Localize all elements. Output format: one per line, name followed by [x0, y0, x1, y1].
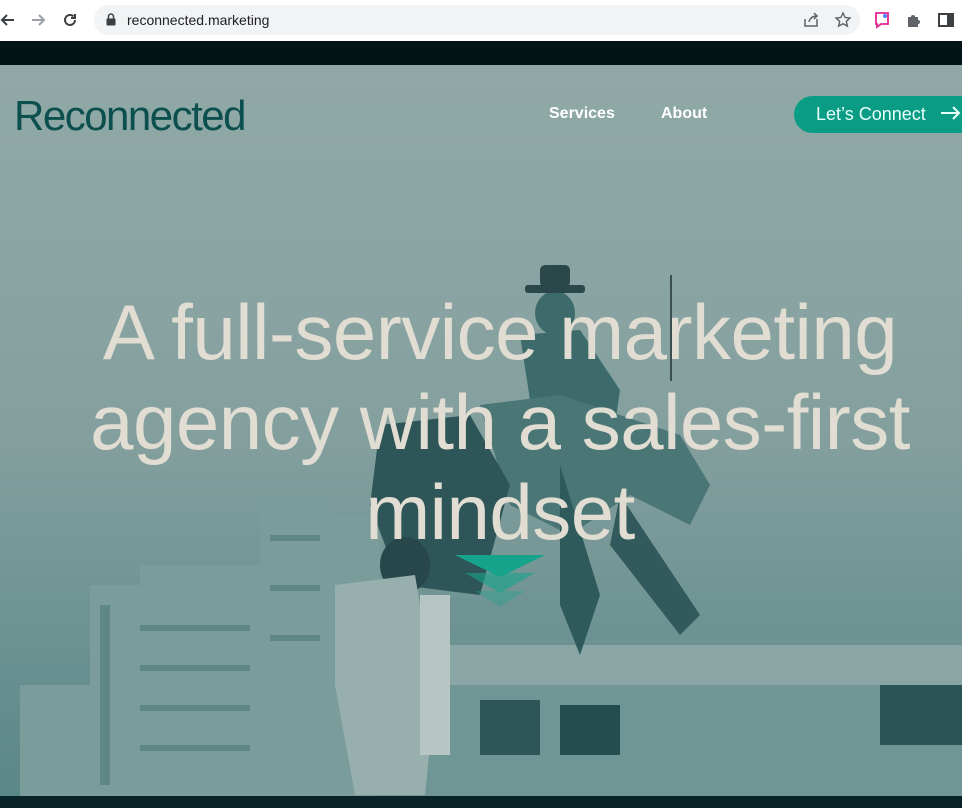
address-bar[interactable]: reconnected.marketing	[94, 5, 860, 35]
browser-toolbar: reconnected.marketing	[0, 0, 962, 41]
side-panel-icon[interactable]	[937, 11, 955, 29]
puzzle-icon[interactable]	[905, 11, 923, 29]
site-logo[interactable]: Reconnected	[14, 92, 247, 140]
hero-headline: A full-service marketing agency with a s…	[20, 287, 962, 557]
hero-section: Reconnected Services About Let’s Connect…	[0, 65, 962, 796]
lets-connect-label: Let’s Connect	[816, 104, 926, 124]
lock-icon	[106, 13, 116, 31]
extension-badge-icon[interactable]	[873, 11, 891, 29]
url-text: reconnected.marketing	[127, 12, 270, 28]
scroll-down-chevron-icon[interactable]	[455, 555, 545, 630]
star-icon[interactable]	[834, 11, 852, 29]
reload-icon[interactable]	[60, 10, 80, 30]
hero-headline-line-1: A full-service marketing	[102, 288, 898, 376]
nav-about-link[interactable]: About	[661, 105, 707, 123]
forward-arrow-icon[interactable]	[28, 10, 48, 30]
hero-headline-line-2: agency with a sales-first	[90, 378, 910, 466]
text-cursor	[670, 275, 672, 381]
back-arrow-icon[interactable]	[0, 10, 18, 30]
share-icon[interactable]	[802, 11, 820, 29]
nav-services-link[interactable]: Services	[549, 105, 615, 123]
page-bottom-strip	[0, 796, 962, 808]
arrow-right-icon	[940, 103, 962, 126]
page-top-strip	[0, 41, 962, 65]
hero-headline-line-3: mindset	[365, 468, 635, 556]
lets-connect-button[interactable]: Let’s Connect	[794, 96, 962, 133]
